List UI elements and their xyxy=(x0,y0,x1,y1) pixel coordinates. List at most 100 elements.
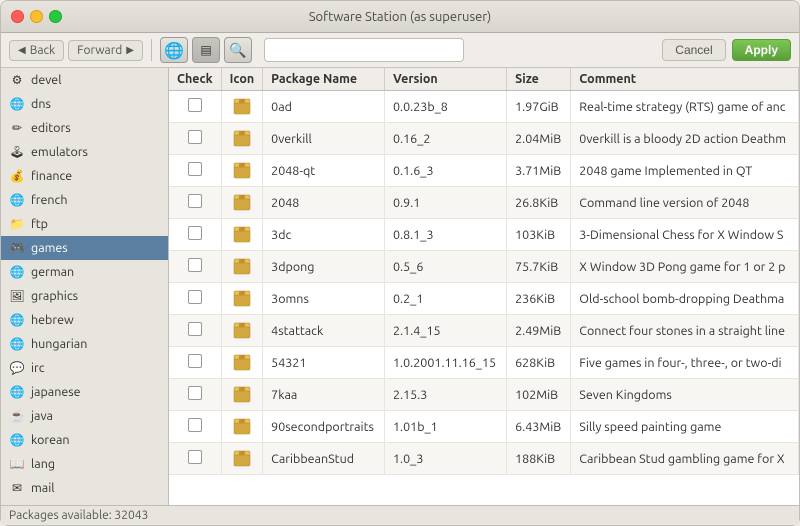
globe-view-button[interactable]: 🌐 xyxy=(160,37,188,63)
table-row[interactable]: 3omns0.2_1236KiBOld-school bomb-dropping… xyxy=(169,283,799,315)
row-check-CaribbeanStud[interactable] xyxy=(169,443,221,475)
col-header-size[interactable]: Size xyxy=(507,68,571,91)
table-row[interactable]: 3dpong0.5_675.7KiBX Window 3D Pong game … xyxy=(169,251,799,283)
row-version-7kaa: 2.15.3 xyxy=(385,379,507,411)
checkbox-3dc[interactable] xyxy=(188,226,202,240)
sidebar-item-ftp[interactable]: 📁ftp xyxy=(1,212,168,236)
sidebar-item-hebrew[interactable]: 🌐hebrew xyxy=(1,308,168,332)
row-check-2048[interactable] xyxy=(169,187,221,219)
search-icon: 🔍 xyxy=(229,42,246,59)
table-row[interactable]: 0verkill0.16_22.04MiB0verkill is a blood… xyxy=(169,123,799,155)
checkbox-54321[interactable] xyxy=(188,354,202,368)
table-row[interactable]: 7kaa2.15.3102MiBSeven Kingdoms xyxy=(169,379,799,411)
close-button[interactable] xyxy=(11,10,24,23)
sidebar-item-devel[interactable]: ⚙devel xyxy=(1,68,168,92)
table-row[interactable]: 20480.9.126.8KiBCommand line version of … xyxy=(169,187,799,219)
sidebar-item-graphics[interactable]: 🖼graphics xyxy=(1,284,168,308)
sidebar-label-games: games xyxy=(31,241,68,255)
row-check-3dc[interactable] xyxy=(169,219,221,251)
checkbox-3omns[interactable] xyxy=(188,290,202,304)
toolbar-separator xyxy=(151,39,152,61)
sidebar-item-finance[interactable]: 💰finance xyxy=(1,164,168,188)
package-table-container[interactable]: CheckIconPackage NameVersionSizeComment … xyxy=(169,68,799,505)
checkbox-0verkill[interactable] xyxy=(188,130,202,144)
sidebar-icon-mail: ✉ xyxy=(9,480,25,496)
row-comment-90secondportraits: Silly speed painting game xyxy=(571,411,799,443)
checkbox-CaribbeanStud[interactable] xyxy=(188,450,202,464)
package-icon xyxy=(231,286,253,308)
sidebar-item-german[interactable]: 🌐german xyxy=(1,260,168,284)
sidebar-item-java[interactable]: ☕java xyxy=(1,404,168,428)
table-row[interactable]: CaribbeanStud1.0_3188KiBCaribbean Stud g… xyxy=(169,443,799,475)
back-button[interactable]: ◀ Back xyxy=(9,40,64,61)
checkbox-2048[interactable] xyxy=(188,194,202,208)
search-button[interactable]: 🔍 xyxy=(224,37,252,63)
sidebar-item-french[interactable]: 🌐french xyxy=(1,188,168,212)
cancel-button[interactable]: Cancel xyxy=(662,39,725,61)
row-icon-2048 xyxy=(221,187,263,219)
sidebar-item-irc[interactable]: 💬irc xyxy=(1,356,168,380)
table-row[interactable]: 90secondportraits1.01b_16.43MiBSilly spe… xyxy=(169,411,799,443)
sidebar-label-hungarian: hungarian xyxy=(31,337,87,351)
col-header-icon[interactable]: Icon xyxy=(221,68,263,91)
sidebar-label-dns: dns xyxy=(31,97,51,111)
sidebar-item-emulators[interactable]: 🕹emulators xyxy=(1,140,168,164)
row-check-2048-qt[interactable] xyxy=(169,155,221,187)
package-icon xyxy=(231,126,253,148)
checkbox-90secondportraits[interactable] xyxy=(188,418,202,432)
sidebar-item-korean[interactable]: 🌐korean xyxy=(1,428,168,452)
checkbox-2048-qt[interactable] xyxy=(188,162,202,176)
back-icon: ◀ xyxy=(18,44,26,56)
row-version-4stattack: 2.1.4_15 xyxy=(385,315,507,347)
row-check-0verkill[interactable] xyxy=(169,123,221,155)
sidebar-icon-editors: ✏ xyxy=(9,120,25,136)
search-input[interactable] xyxy=(264,38,464,62)
row-check-7kaa[interactable] xyxy=(169,379,221,411)
row-check-54321[interactable] xyxy=(169,347,221,379)
forward-button[interactable]: Forward ▶ xyxy=(68,40,143,61)
maximize-button[interactable] xyxy=(49,10,62,23)
list-icon: ▤ xyxy=(200,43,211,57)
sidebar-icon-games: 🎮 xyxy=(9,240,25,256)
list-view-button[interactable]: ▤ xyxy=(192,37,220,63)
row-name-3omns: 3omns xyxy=(263,283,385,315)
package-icon xyxy=(231,254,253,276)
row-check-4stattack[interactable] xyxy=(169,315,221,347)
col-header-comment[interactable]: Comment xyxy=(571,68,799,91)
table-row[interactable]: 0ad0.0.23b_81.97GiBReal-time strategy (R… xyxy=(169,91,799,123)
row-comment-3omns: Old-school bomb-dropping Deathma xyxy=(571,283,799,315)
sidebar-item-hungarian[interactable]: 🌐hungarian xyxy=(1,332,168,356)
forward-icon: ▶ xyxy=(126,44,134,56)
row-version-0verkill: 0.16_2 xyxy=(385,123,507,155)
sidebar-item-games[interactable]: 🎮 games xyxy=(1,236,168,260)
sidebar-item-dns[interactable]: 🌐dns xyxy=(1,92,168,116)
row-version-3dpong: 0.5_6 xyxy=(385,251,507,283)
sidebar-item-mail[interactable]: ✉mail xyxy=(1,476,168,500)
row-check-0ad[interactable] xyxy=(169,91,221,123)
table-row[interactable]: 4stattack2.1.4_152.49MiBConnect four sto… xyxy=(169,315,799,347)
table-row[interactable]: 543211.0.2001.11.16_15628KiBFive games i… xyxy=(169,347,799,379)
table-row[interactable]: 3dc0.8.1_3103KiB3-Dimensional Chess for … xyxy=(169,219,799,251)
sidebar-item-japanese[interactable]: 🌐japanese xyxy=(1,380,168,404)
checkbox-7kaa[interactable] xyxy=(188,386,202,400)
sidebar-item-lang[interactable]: 📖lang xyxy=(1,452,168,476)
row-check-90secondportraits[interactable] xyxy=(169,411,221,443)
statusbar: Packages available: 32043 xyxy=(1,505,799,525)
sidebar-label-devel: devel xyxy=(31,73,61,87)
row-size-CaribbeanStud: 188KiB xyxy=(507,443,571,475)
table-row[interactable]: 2048-qt0.1.6_33.71MiB2048 game Implement… xyxy=(169,155,799,187)
row-check-3omns[interactable] xyxy=(169,283,221,315)
row-name-4stattack: 4stattack xyxy=(263,315,385,347)
checkbox-4stattack[interactable] xyxy=(188,322,202,336)
apply-button[interactable]: Apply xyxy=(732,39,791,61)
sidebar-icon-finance: 💰 xyxy=(9,168,25,184)
col-header-check[interactable]: Check xyxy=(169,68,221,91)
col-header-package-name[interactable]: Package Name xyxy=(263,68,385,91)
col-header-version[interactable]: Version xyxy=(385,68,507,91)
minimize-button[interactable] xyxy=(30,10,43,23)
checkbox-0ad[interactable] xyxy=(188,98,202,112)
row-check-3dpong[interactable] xyxy=(169,251,221,283)
checkbox-3dpong[interactable] xyxy=(188,258,202,272)
forward-label: Forward xyxy=(77,44,122,57)
sidebar-item-editors[interactable]: ✏editors xyxy=(1,116,168,140)
